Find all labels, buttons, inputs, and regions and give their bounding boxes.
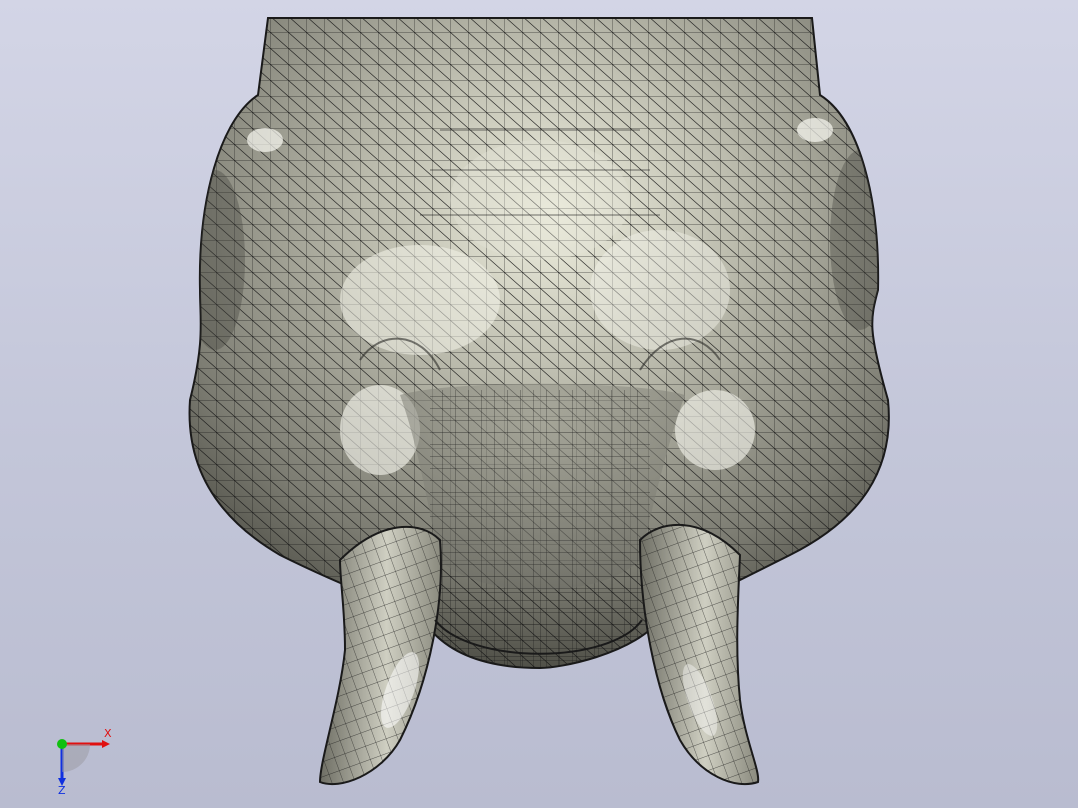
head-surface [188,17,890,669]
right-tusk [638,523,760,786]
x-axis-label: X [104,727,112,740]
coordinate-triad: X Z [57,727,112,797]
triad-plane [62,744,90,772]
mesh-model[interactable] [0,0,1078,808]
x-axis-arrow [102,740,110,748]
z-axis-label: Z [58,784,66,797]
y-axis-dot [57,739,67,749]
graphics-viewport[interactable]: X Z [0,0,1078,808]
